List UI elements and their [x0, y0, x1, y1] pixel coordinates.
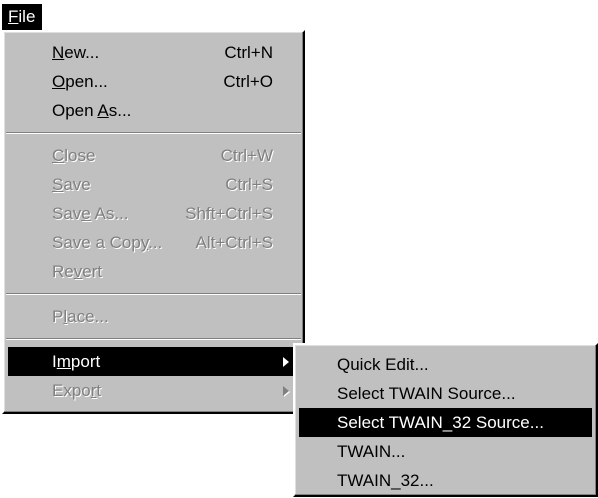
submenu-item-label: TWAIN_32... — [337, 471, 434, 490]
menubar-file[interactable]: File — [2, 4, 43, 30]
menu-item-save-label: Save — [52, 175, 91, 194]
file-menu: New... Ctrl+N Open... Ctrl+O Open As... … — [2, 30, 305, 414]
menu-item-place: Place... — [8, 302, 299, 331]
menu-item-save-as: Save As... Shft+Ctrl+S — [8, 199, 299, 228]
submenu-item-twain[interactable]: TWAIN... — [299, 437, 592, 466]
menu-item-new-shortcut: Ctrl+N — [224, 43, 273, 62]
menu-item-save-as-shortcut: Shft+Ctrl+S — [185, 204, 273, 223]
menu-item-new-label: New... — [52, 43, 100, 62]
menu-item-open-as[interactable]: Open As... — [8, 96, 299, 125]
submenu-item-label: Select TWAIN_32 Source... — [337, 413, 544, 432]
submenu-arrow-icon — [283, 386, 289, 396]
menu-item-save-as-label: Save As... — [52, 204, 129, 223]
menu-item-open-shortcut: Ctrl+O — [223, 72, 273, 91]
menu-item-save-a-copy: Save a Copy... Alt+Ctrl+S — [8, 228, 299, 257]
menu-item-place-label: Place... — [52, 307, 109, 326]
submenu-item-twain32[interactable]: TWAIN_32... — [299, 466, 592, 495]
menu-item-new[interactable]: New... Ctrl+N — [8, 38, 299, 67]
menu-item-import-label: Import — [52, 352, 101, 371]
menu-item-save-a-copy-label: Save a Copy... — [52, 233, 163, 252]
menu-item-open[interactable]: Open... Ctrl+O — [8, 67, 299, 96]
menu-item-import[interactable]: Import — [8, 347, 299, 376]
menubar-file-label: File — [8, 7, 36, 26]
submenu-item-label: TWAIN... — [337, 442, 406, 461]
submenu-arrow-icon — [283, 357, 289, 367]
menu-item-open-as-label: Open As... — [52, 101, 132, 120]
menu-item-export-label: Export — [52, 381, 102, 400]
menu-item-save: Save Ctrl+S — [8, 170, 299, 199]
submenu-item-select-twain32-source[interactable]: Select TWAIN_32 Source... — [299, 408, 592, 437]
menu-item-save-shortcut: Ctrl+S — [225, 175, 273, 194]
import-submenu: Quick Edit... Select TWAIN Source... Sel… — [293, 343, 598, 497]
menu-item-close-label: Close — [52, 146, 96, 165]
submenu-item-select-twain-source[interactable]: Select TWAIN Source... — [299, 379, 592, 408]
submenu-item-label: Quick Edit... — [337, 355, 429, 374]
menu-item-revert-label: Revert — [52, 262, 103, 281]
menu-separator — [6, 338, 301, 340]
menu-item-save-a-copy-shortcut: Alt+Ctrl+S — [195, 233, 273, 252]
menu-item-export: Export — [8, 376, 299, 405]
menu-item-open-label: Open... — [52, 72, 108, 91]
menu-separator — [6, 132, 301, 134]
submenu-item-label: Select TWAIN Source... — [337, 384, 516, 403]
menu-separator — [6, 293, 301, 295]
menu-item-close: Close Ctrl+W — [8, 141, 299, 170]
submenu-item-quick-edit[interactable]: Quick Edit... — [299, 350, 592, 379]
menu-item-revert: Revert — [8, 257, 299, 286]
menu-item-close-shortcut: Ctrl+W — [220, 146, 273, 165]
